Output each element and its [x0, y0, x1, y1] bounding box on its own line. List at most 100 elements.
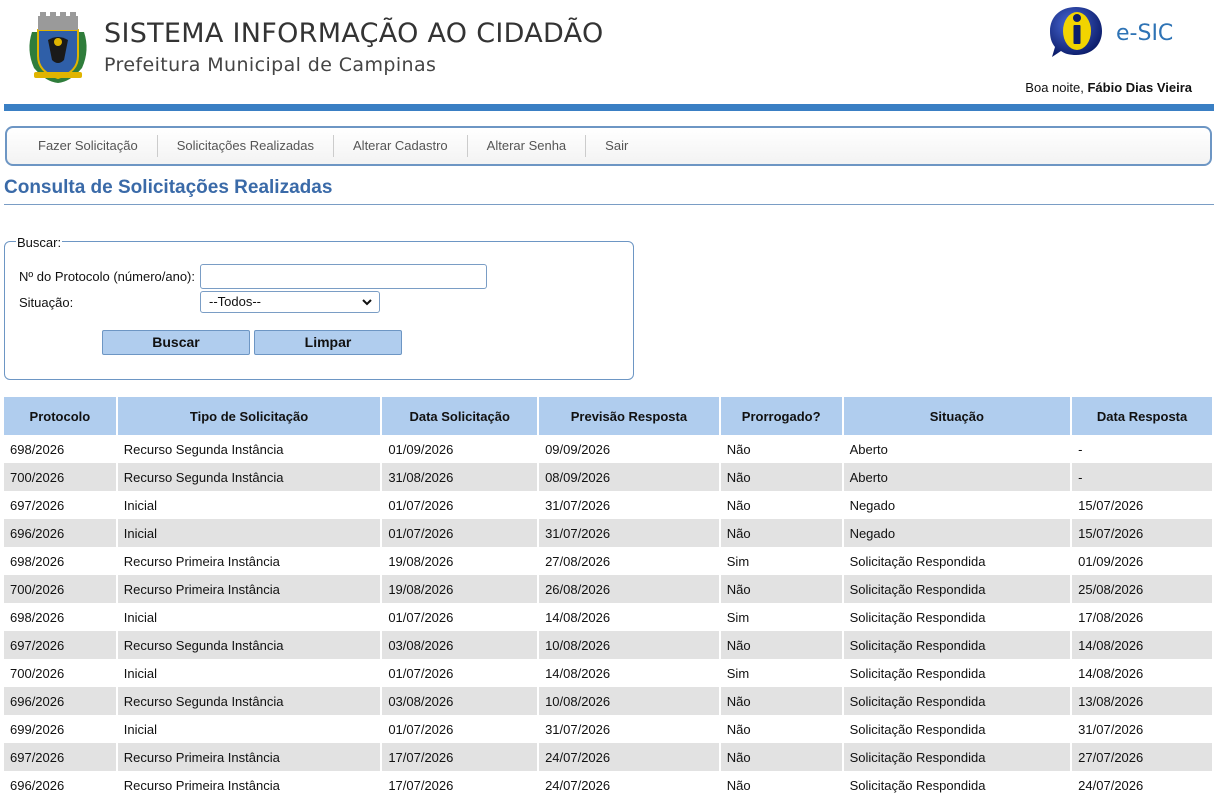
menu-alterar-cadastro[interactable]: Alterar Cadastro	[334, 135, 468, 157]
cell-extended: Não	[720, 771, 842, 797]
cell-response-date: 14/08/2026	[1072, 659, 1212, 687]
campinas-crest-icon	[29, 12, 87, 83]
search-button[interactable]: Buscar	[102, 330, 250, 355]
cell-forecast-date: 27/08/2026	[539, 547, 719, 575]
cell-protocol: 700/2026	[4, 463, 116, 491]
cell-status: Solicitação Respondida	[843, 771, 1071, 797]
column-header[interactable]: Tipo de Solicitação	[117, 397, 381, 435]
cell-request-date: 01/07/2026	[382, 715, 538, 743]
search-fieldset: Buscar: Nº do Protocolo (número/ano): Si…	[4, 235, 634, 380]
cell-extended: Não	[720, 575, 842, 603]
cell-forecast-date: 24/07/2026	[539, 743, 719, 771]
cell-request-type: Inicial	[117, 715, 381, 743]
cell-request-date: 19/08/2026	[382, 547, 538, 575]
cell-request-type: Recurso Primeira Instância	[117, 771, 381, 797]
menu-sair[interactable]: Sair	[586, 135, 647, 157]
cell-extended: Não	[720, 463, 842, 491]
cell-protocol: 698/2026	[4, 547, 116, 575]
requests-table-container: Protocolo Tipo de Solicitação Data Solic…	[4, 397, 1214, 797]
chevron-down-icon	[362, 299, 372, 306]
esic-label: e-SIC	[1116, 21, 1174, 46]
cell-response-date: 27/07/2026	[1072, 743, 1212, 771]
cell-response-date: 31/07/2026	[1072, 715, 1212, 743]
table-row[interactable]: 699/2026 Inicial 01/07/2026 31/07/2026 Não So…	[4, 715, 1212, 743]
column-header[interactable]: Data Solicitação	[382, 397, 538, 435]
cell-protocol: 698/2026	[4, 603, 116, 631]
table-row[interactable]: 698/2026 Recurso Primeira Instância 19/08/…	[4, 547, 1212, 575]
cell-request-type: Inicial	[117, 519, 381, 547]
header-divider-bar	[4, 104, 1214, 111]
cell-forecast-date: 31/07/2026	[539, 715, 719, 743]
menu-solicitacoes-realizadas[interactable]: Solicitações Realizadas	[158, 135, 335, 157]
cell-forecast-date: 08/09/2026	[539, 463, 719, 491]
table-row[interactable]: 698/2026 Recurso Segunda Instância 01/09/2…	[4, 435, 1212, 463]
table-header-row: Protocolo Tipo de Solicitação Data Solic…	[4, 397, 1212, 435]
cell-forecast-date: 24/07/2026	[539, 771, 719, 797]
cell-extended: Não	[720, 435, 842, 463]
cell-request-date: 03/08/2026	[382, 631, 538, 659]
clear-button[interactable]: Limpar	[254, 330, 402, 355]
table-row[interactable]: 700/2026 Recurso Segunda Instância 31/08/2…	[4, 463, 1212, 491]
table-row[interactable]: 696/2026 Recurso Primeira Instância 17/07/…	[4, 771, 1212, 797]
greeting-prefix: Boa noite,	[1025, 80, 1084, 95]
cell-forecast-date: 10/08/2026	[539, 687, 719, 715]
cell-request-date: 31/08/2026	[382, 463, 538, 491]
cell-request-type: Inicial	[117, 603, 381, 631]
cell-request-date: 17/07/2026	[382, 771, 538, 797]
requests-table: Protocolo Tipo de Solicitação Data Solic…	[2, 397, 1214, 797]
cell-status: Negado	[843, 519, 1071, 547]
cell-extended: Não	[720, 631, 842, 659]
cell-protocol: 696/2026	[4, 519, 116, 547]
cell-protocol: 700/2026	[4, 575, 116, 603]
table-row[interactable]: 697/2026 Inicial 01/07/2026 31/07/2026 Não Ne…	[4, 491, 1212, 519]
user-greeting: Boa noite, Fábio Dias Vieira	[1025, 80, 1192, 95]
cell-request-type: Inicial	[117, 659, 381, 687]
cell-extended: Sim	[720, 603, 842, 631]
cell-forecast-date: 14/08/2026	[539, 603, 719, 631]
table-row[interactable]: 698/2026 Inicial 01/07/2026 14/08/2026 Sim So…	[4, 603, 1212, 631]
situation-select[interactable]: --Todos--	[200, 291, 380, 313]
column-header[interactable]: Prorrogado?	[720, 397, 842, 435]
cell-response-date: 14/08/2026	[1072, 631, 1212, 659]
table-row[interactable]: 696/2026 Recurso Segunda Instância 03/08/2…	[4, 687, 1212, 715]
protocol-input[interactable]	[200, 264, 487, 289]
cell-request-type: Recurso Primeira Instância	[117, 575, 381, 603]
column-header[interactable]: Protocolo	[4, 397, 116, 435]
info-icon[interactable]	[1048, 5, 1104, 59]
cell-protocol: 697/2026	[4, 743, 116, 771]
system-title: SISTEMA INFORMAÇÃO AO CIDADÃO	[104, 18, 604, 49]
table-row[interactable]: 700/2026 Recurso Primeira Instância 19/08/…	[4, 575, 1212, 603]
cell-extended: Não	[720, 687, 842, 715]
cell-status: Solicitação Respondida	[843, 603, 1071, 631]
cell-request-date: 17/07/2026	[382, 743, 538, 771]
cell-forecast-date: 14/08/2026	[539, 659, 719, 687]
cell-status: Solicitação Respondida	[843, 631, 1071, 659]
system-subtitle: Prefeitura Municipal de Campinas	[104, 54, 437, 76]
cell-status: Negado	[843, 491, 1071, 519]
table-row[interactable]: 697/2026 Recurso Segunda Instância 03/08/2…	[4, 631, 1212, 659]
column-header[interactable]: Data Resposta	[1072, 397, 1212, 435]
cell-request-type: Recurso Segunda Instância	[117, 687, 381, 715]
cell-forecast-date: 10/08/2026	[539, 631, 719, 659]
cell-request-type: Recurso Segunda Instância	[117, 631, 381, 659]
table-row[interactable]: 697/2026 Recurso Primeira Instância 17/07/…	[4, 743, 1212, 771]
table-body: 698/2026 Recurso Segunda Instância 01/09/2…	[4, 435, 1212, 797]
cell-request-date: 01/07/2026	[382, 659, 538, 687]
cell-status: Solicitação Respondida	[843, 687, 1071, 715]
table-row[interactable]: 700/2026 Inicial 01/07/2026 14/08/2026 Sim So…	[4, 659, 1212, 687]
situation-label: Situação:	[19, 295, 74, 310]
table-row[interactable]: 696/2026 Inicial 01/07/2026 31/07/2026 Não Ne…	[4, 519, 1212, 547]
column-header[interactable]: Previsão Resposta	[539, 397, 719, 435]
cell-request-type: Recurso Primeira Instância	[117, 547, 381, 575]
menu-alterar-senha[interactable]: Alterar Senha	[468, 135, 587, 157]
column-header[interactable]: Situação	[843, 397, 1071, 435]
cell-protocol: 698/2026	[4, 435, 116, 463]
cell-response-date: 15/07/2026	[1072, 519, 1212, 547]
cell-response-date: -	[1072, 435, 1212, 463]
cell-status: Solicitação Respondida	[843, 743, 1071, 771]
menu-fazer-solicitacao[interactable]: Fazer Solicitação	[19, 135, 158, 157]
cell-status: Solicitação Respondida	[843, 547, 1071, 575]
cell-response-date: 13/08/2026	[1072, 687, 1212, 715]
cell-request-type: Recurso Segunda Instância	[117, 463, 381, 491]
cell-extended: Não	[720, 743, 842, 771]
